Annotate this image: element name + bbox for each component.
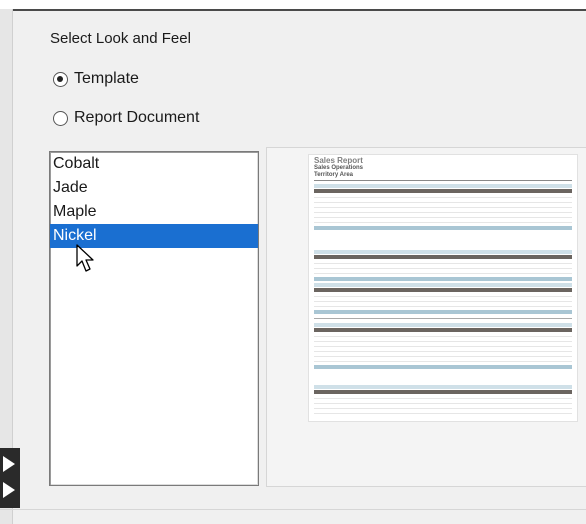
report-group-band — [314, 250, 572, 254]
report-row-line — [314, 202, 572, 203]
report-subtotal-band — [314, 277, 572, 281]
report-row-line — [314, 212, 572, 213]
report-group-band — [314, 184, 572, 188]
report-header-band — [314, 189, 572, 193]
mouse-pointer-icon — [76, 244, 94, 272]
look-and-feel-list[interactable]: Cobalt Jade Maple Nickel — [49, 151, 259, 486]
report-group-band — [314, 385, 572, 389]
report-row-line — [314, 197, 572, 198]
report-header-band — [314, 328, 572, 332]
report-row-line — [314, 306, 572, 307]
template-radio[interactable] — [53, 71, 68, 87]
report-subtitle: Sales Operations — [314, 165, 364, 171]
report-row-line — [314, 408, 572, 409]
report-row-line — [314, 361, 572, 362]
report-row-line — [314, 346, 572, 347]
report-subtotal-band — [314, 310, 572, 314]
report-header-band — [314, 390, 572, 394]
report-row-line — [314, 301, 572, 302]
report-row-line — [314, 273, 572, 274]
chevron-right-icon — [3, 482, 15, 498]
report-document-label: Report Document — [74, 109, 200, 126]
report-row-line — [314, 268, 572, 269]
section-heading: Select Look and Feel — [50, 30, 191, 47]
report-document-radio[interactable] — [53, 110, 68, 126]
footer-divider — [0, 509, 586, 510]
report-row-line — [314, 351, 572, 352]
report-row-line — [314, 296, 572, 297]
report-title-rule — [314, 180, 572, 181]
window-top-border — [0, 0, 586, 11]
report-subtotal-band — [314, 365, 572, 369]
list-item-maple[interactable]: Maple — [50, 200, 258, 224]
report-row-line — [314, 263, 572, 264]
list-item-jade[interactable]: Jade — [50, 176, 258, 200]
report-document-option[interactable]: Report Document — [53, 109, 199, 127]
side-expand-tab[interactable] — [0, 448, 20, 508]
report-title: Sales Report — [314, 156, 363, 165]
report-row-line — [314, 217, 572, 218]
report-header-band — [314, 255, 572, 259]
report-group-band — [314, 323, 572, 327]
template-label: Template — [74, 70, 139, 87]
chevron-right-icon — [3, 456, 15, 472]
report-row-line — [314, 341, 572, 342]
report-preview: Sales Report Sales Operations Territory … — [309, 155, 577, 421]
template-option[interactable]: Template — [53, 70, 139, 88]
report-subtotal-band — [314, 226, 572, 230]
report-row-line — [314, 336, 572, 337]
report-subtitle-secondary: Territory Area — [314, 172, 354, 178]
report-row-line — [314, 207, 572, 208]
report-row-line — [314, 403, 572, 404]
report-header-band — [314, 288, 572, 292]
report-group-band — [314, 283, 572, 287]
report-row-line — [314, 413, 572, 414]
left-edge-strip — [0, 9, 13, 524]
list-item-cobalt[interactable]: Cobalt — [50, 152, 258, 176]
report-row-line — [314, 398, 572, 399]
report-row-line — [314, 356, 572, 357]
report-row-line — [314, 222, 572, 223]
report-section-rule — [314, 318, 572, 319]
